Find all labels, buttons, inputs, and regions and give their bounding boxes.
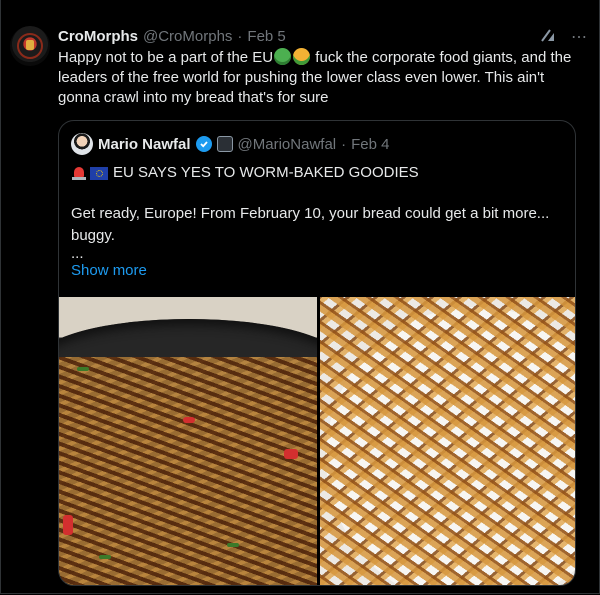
quoted-post-date[interactable]: Feb 4	[351, 136, 389, 153]
quoted-post-header: Mario Nawfal @MarioNawfal · Feb 4	[71, 133, 389, 155]
quoted-post[interactable]: Mario Nawfal @MarioNawfal · Feb 4 EU SAY…	[58, 120, 576, 586]
author-avatar[interactable]	[10, 26, 50, 66]
quoted-author-handle[interactable]: @MarioNawfal	[238, 136, 337, 153]
quoted-author-name[interactable]: Mario Nawfal	[98, 136, 191, 153]
mealworm-pile	[59, 357, 317, 585]
sick-face-emoji	[274, 48, 292, 65]
chili-piece	[284, 449, 298, 459]
header-separator: ·	[237, 27, 243, 45]
grok-icon[interactable]	[539, 26, 557, 49]
quoted-headline: EU SAYS YES TO WORM-BAKED GOODIES	[113, 164, 419, 181]
mealworms-plate-image[interactable]	[320, 297, 575, 585]
quoted-ellipsis: ...	[71, 245, 84, 262]
vomit-face-emoji	[293, 48, 311, 65]
chili-piece	[183, 417, 195, 423]
quoted-header-separator: ·	[341, 135, 347, 153]
herb-piece	[77, 367, 89, 371]
chili-piece	[63, 515, 73, 535]
author-name[interactable]: CroMorphs	[58, 28, 138, 45]
herb-piece	[227, 543, 239, 547]
post-actions: ⋯	[539, 26, 588, 49]
post-header: CroMorphs @CroMorphs · Feb 5	[58, 26, 286, 46]
post-date[interactable]: Feb 5	[247, 28, 285, 45]
more-icon[interactable]: ⋯	[571, 29, 588, 46]
quoted-author-avatar[interactable]	[71, 133, 93, 155]
eu-flag-emoji	[90, 166, 108, 180]
post-text-part1: Happy not to be a part of the EU	[58, 49, 274, 66]
verified-icon	[195, 136, 212, 152]
herb-piece	[99, 555, 111, 559]
siren-emoji	[71, 165, 87, 181]
author-handle[interactable]: @CroMorphs	[143, 28, 232, 45]
quoted-headline-row: EU SAYS YES TO WORM-BAKED GOODIES	[71, 163, 419, 183]
fried-mealworms-wok-image[interactable]	[59, 297, 317, 585]
post-text: Happy not to be a part of the EU fuck th…	[58, 48, 578, 108]
affiliate-badge-icon	[216, 136, 233, 152]
show-more-link[interactable]: Show more	[71, 262, 147, 279]
avatar-emblem	[26, 40, 34, 50]
mealworm-pile	[320, 297, 575, 585]
quoted-body: Get ready, Europe! From February 10, you…	[71, 205, 550, 244]
